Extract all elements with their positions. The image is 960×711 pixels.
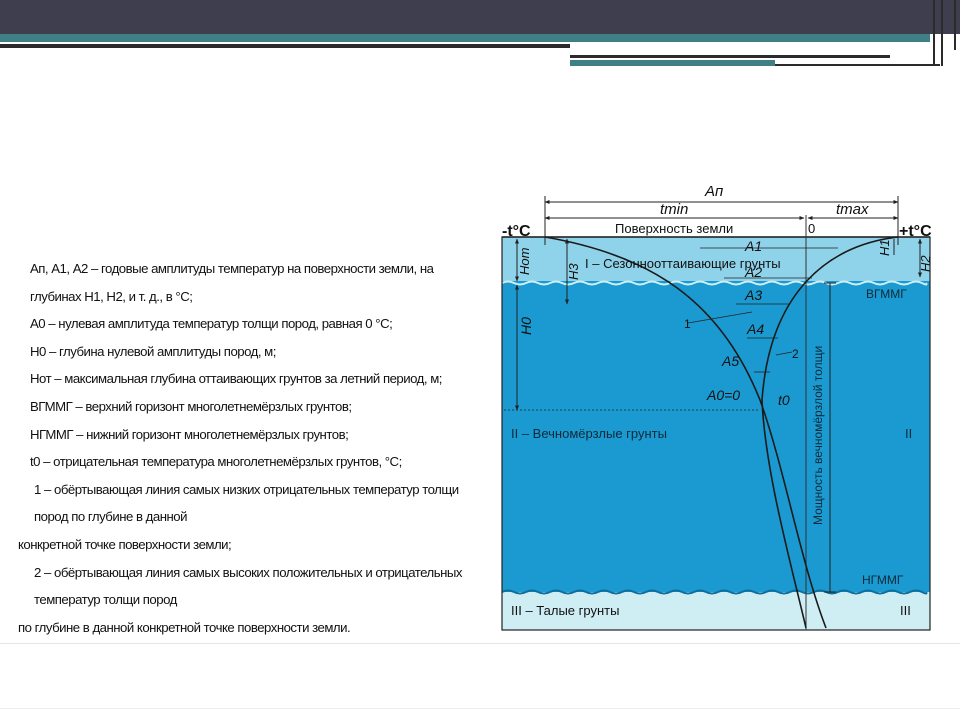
label-curve-1: 1	[684, 317, 691, 331]
label-h0: H0	[518, 317, 534, 335]
label-curve-2: 2	[792, 347, 799, 361]
label-zero: 0	[808, 221, 815, 236]
legend-text: Ап, А1, А2 – годовые амплитуды температу…	[18, 255, 473, 641]
legend-line: ВГММГ – верхний горизонт многолетнемёрзл…	[30, 398, 352, 414]
label-thickness: Мощность вечномёрзлой толщи	[811, 346, 825, 525]
divider	[0, 643, 960, 644]
decor-vline	[941, 0, 943, 66]
label-t0: t0	[778, 392, 790, 408]
label-a0: A0=0	[706, 387, 740, 403]
legend-line: конкретной точке поверхности земли;	[18, 536, 232, 552]
legend-line: Hот – максимальная глубина оттаивающих г…	[30, 371, 442, 387]
legend-line: по глубине в данной конкретной точке пов…	[18, 619, 351, 635]
legend-line: 2 – обёртывающая линия самых высоких пол…	[34, 564, 462, 608]
divider	[0, 708, 960, 709]
decor-line	[0, 44, 570, 48]
label-zone-1: I – Сезоннооттаивающие грунты	[585, 256, 781, 271]
legend-line: А0 – нулевая амплитуда температур толщи …	[30, 316, 393, 332]
label-surface: Поверхность земли	[615, 221, 733, 236]
label-minus-t: -t°C	[502, 223, 531, 240]
label-a5: A5	[721, 353, 739, 369]
label-vgmmg: ВГММГ	[866, 287, 907, 301]
label-tmax: tmax	[836, 201, 869, 218]
label-h3: H3	[566, 263, 581, 280]
label-plus-t: +t°C	[899, 223, 932, 240]
label-a3: A3	[744, 287, 762, 303]
decor-line	[570, 55, 890, 58]
permafrost-diagram: Aп tmin tmax -t°C +t°C Поверхность земли…	[501, 183, 933, 631]
legend-line: t0 – отрицательная температура многолетн…	[30, 454, 402, 470]
label-zone-2-right: II	[905, 426, 912, 441]
label-an: Aп	[704, 183, 723, 200]
legend-line: H0 – глубина нулевой амплитуды пород, м;	[30, 343, 276, 359]
label-tmin: tmin	[660, 201, 688, 218]
label-zone-3-right: III	[900, 603, 911, 618]
legend-line: НГММГ – нижний горизонт многолетнемёрзлы…	[30, 426, 349, 442]
label-zone-2: II – Вечномёрзлые грунты	[511, 426, 667, 441]
label-h2: H2	[918, 255, 933, 272]
decor-vline	[954, 0, 956, 50]
decor-vline	[933, 0, 935, 66]
label-h1: H1	[877, 239, 892, 256]
label-h-ot: Hот	[517, 247, 532, 275]
legend-line: Ап, А1, А2 – годовые амплитуды температу…	[30, 261, 434, 304]
title-bar	[0, 0, 960, 34]
decor-band	[570, 60, 775, 66]
legend-line: 1 – обёртывающая линия самых низких отри…	[34, 481, 459, 525]
label-ngmmg: НГММГ	[862, 573, 904, 587]
decor-line	[775, 64, 940, 66]
decor-band	[0, 34, 930, 42]
label-a1: A1	[744, 238, 762, 254]
label-a4: A4	[746, 321, 764, 337]
label-zone-3: III – Талые грунты	[511, 603, 619, 618]
